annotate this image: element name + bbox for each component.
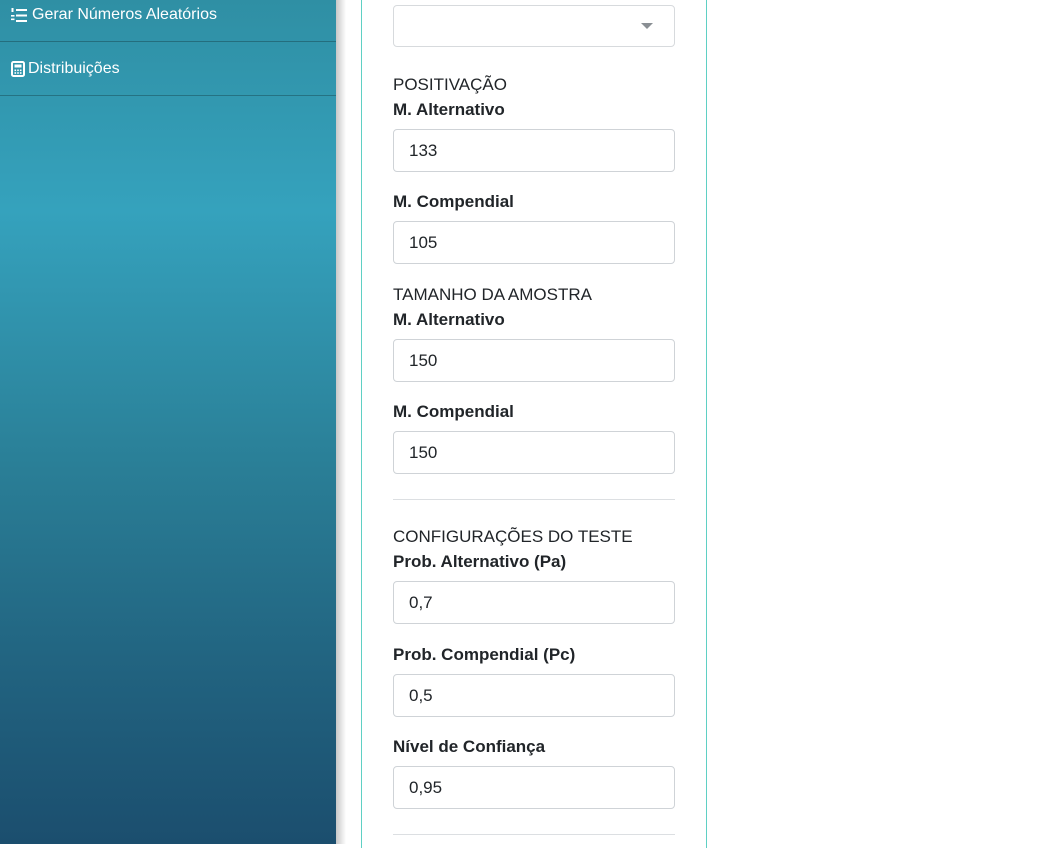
section-title-config: CONFIGURAÇÕES DO TESTE: [393, 527, 633, 546]
list-ordered-icon: [11, 8, 27, 22]
label-positivacao-alternativo: M. Alternativo: [393, 100, 505, 119]
sidebar-item-gerar-numeros[interactable]: Gerar Números Aleatórios: [0, 0, 336, 42]
label-prob-alternativo: Prob. Alternativo (Pa): [393, 552, 567, 571]
label-positivacao-compendial: M. Compendial: [393, 192, 514, 211]
section-divider: [393, 499, 675, 500]
prob-compendial-input[interactable]: [393, 674, 675, 717]
nivel-confianca-input[interactable]: [393, 766, 675, 809]
section-title-positivacao: POSITIVAÇÃO: [393, 75, 507, 94]
positivacao-compendial-input[interactable]: [393, 221, 675, 264]
amostra-alternativo-input[interactable]: [393, 339, 675, 382]
calculator-icon: [11, 61, 25, 77]
chevron-down-icon: [641, 23, 653, 29]
positivacao-alternativo-input[interactable]: [393, 129, 675, 172]
amostra-compendial-input[interactable]: [393, 431, 675, 474]
label-amostra-alternativo: M. Alternativo: [393, 310, 505, 329]
prob-alternativo-input[interactable]: [393, 581, 675, 624]
sidebar-item-label: Distribuições: [28, 60, 120, 77]
section-divider: [393, 834, 675, 835]
label-amostra-compendial: M. Compendial: [393, 402, 514, 421]
sidebar-item-distribuicoes[interactable]: Distribuições: [0, 42, 336, 96]
label-prob-compendial: Prob. Compendial (Pc): [393, 645, 576, 664]
sidebar-shadow: [336, 0, 346, 844]
sidebar: Gerar Números Aleatórios Distribuições: [0, 0, 336, 844]
sidebar-item-label: Gerar Números Aleatórios: [32, 6, 217, 23]
section-title-amostra: TAMANHO DA AMOSTRA: [393, 285, 592, 304]
options-select[interactable]: [393, 5, 675, 47]
form-panel: [361, 0, 707, 848]
label-nivel-confianca: Nível de Confiança: [393, 737, 546, 756]
